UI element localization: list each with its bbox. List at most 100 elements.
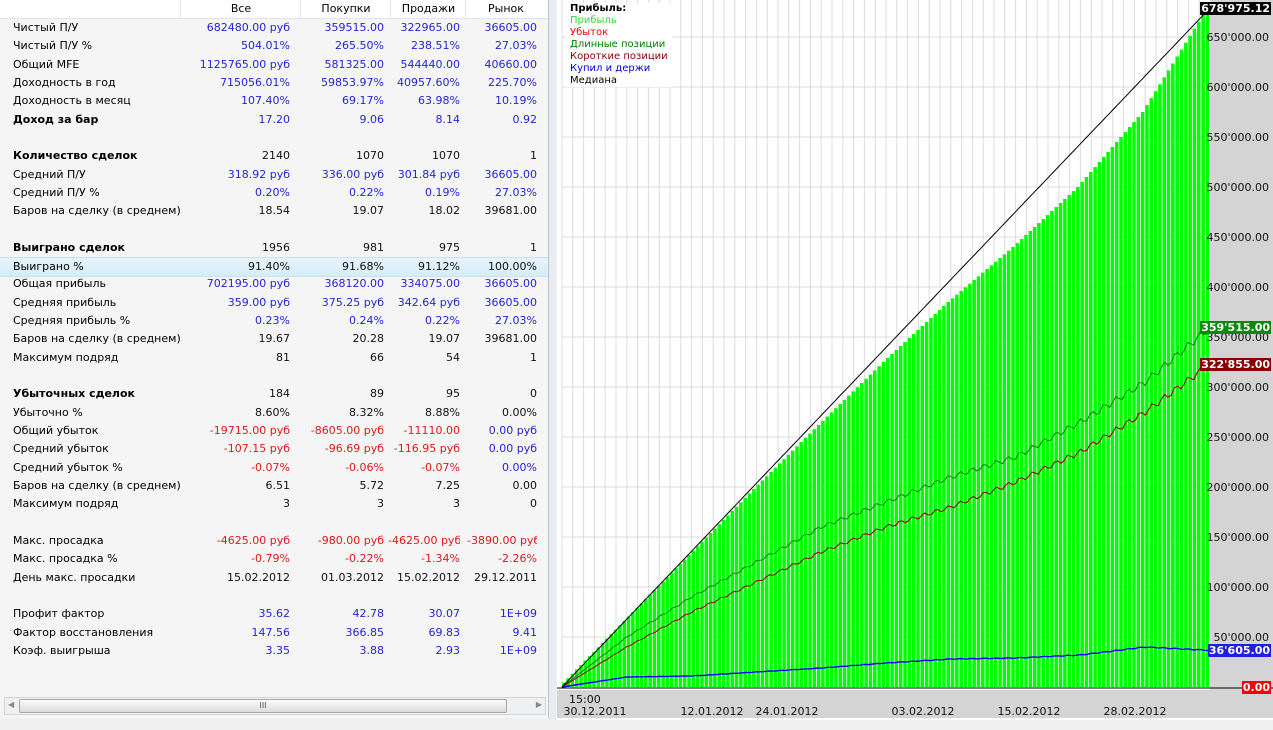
cell-value: -0.79% <box>251 552 290 566</box>
legend-item[interactable]: Длинные позиции <box>570 39 668 51</box>
column-header[interactable]: Все <box>180 0 301 18</box>
cell-value: -2.26% <box>498 552 537 566</box>
cell-value: 981 <box>363 240 384 254</box>
splitter[interactable] <box>549 0 556 720</box>
table-row[interactable]: Общий MFE 1125765.00 руб 581325.00 544440.0… <box>0 56 548 74</box>
cell-value: 702195.00 руб <box>206 277 290 291</box>
table-row[interactable]: Доходность в месяц 107.40% 69.17% 63.98% 10.… <box>0 92 548 110</box>
legend-item[interactable]: Медиана <box>570 75 668 87</box>
legend-item[interactable]: Убыток <box>570 27 668 39</box>
row-label: Средний П/У % <box>13 185 100 199</box>
legend-item[interactable]: Прибыль <box>570 15 668 27</box>
column-header[interactable]: Рынок <box>465 0 546 18</box>
cell-value: 29.12.2011 <box>474 570 537 584</box>
table-row[interactable]: Баров на сделку (в среднем) 19.67 20.28 19.… <box>0 330 548 348</box>
profit-bar <box>1089 172 1093 687</box>
legend-item[interactable]: Купил и держи <box>570 63 668 75</box>
table-row[interactable]: Баров на сделку (в среднем) 18.54 19.07 18.… <box>0 202 548 220</box>
cell-value: 107.40% <box>241 94 290 108</box>
cell-value: 91.68% <box>342 260 384 274</box>
profit-bar <box>1084 177 1089 687</box>
horizontal-scrollbar[interactable]: ◀ III ▶ <box>4 697 546 715</box>
cell-value: 0.23% <box>255 314 290 328</box>
table-row[interactable]: Коэф. выигрыша 3.35 3.88 2.93 1E+09 <box>0 642 548 660</box>
table-row[interactable]: Средний П/У % 0.20% 0.22% 0.19% 27.03% <box>0 184 548 202</box>
cell-value: 3 <box>453 497 460 511</box>
table-row[interactable]: Чистый П/У 682480.00 руб 359515.00 322965.0… <box>0 19 548 37</box>
equity-chart: 50'000.00 100'000.00 150'000.00 200'000.00 2… <box>557 0 1273 720</box>
table-row[interactable]: Максимум подряд 81 66 54 1 <box>0 349 548 367</box>
table-row[interactable]: Общий убыток -19715.00 руб -8605.00 руб -11… <box>0 422 548 440</box>
profit-bar <box>942 306 946 687</box>
profit-bar <box>972 280 976 687</box>
cell-value: 1 <box>530 350 537 364</box>
profit-bar <box>1175 56 1179 687</box>
table-row[interactable]: Доход за бар 17.20 9.06 8.14 0.92 <box>0 111 548 129</box>
profit-bar <box>678 563 683 687</box>
table-row[interactable]: Средний П/У 318.92 руб 336.00 руб 301.84 ру… <box>0 166 548 184</box>
table-row[interactable]: Убыточно % 8.60% 8.32% 8.88% 0.00% <box>0 404 548 422</box>
profit-bar <box>903 342 907 687</box>
table-row[interactable]: Фактор восстановления 147.56 366.85 69.83 9.… <box>0 624 548 642</box>
row-label: Выиграно сделок <box>13 240 126 254</box>
table-row[interactable]: Выиграно сделок 1956 981 975 1 <box>0 239 548 257</box>
cell-value: 19.07 <box>352 204 385 218</box>
table-row[interactable]: Средняя прибыль % 0.23% 0.24% 0.22% 27.03% <box>0 312 548 330</box>
table-row[interactable]: Выиграно % 91.40% 91.68% 91.12% 100.00% <box>0 257 548 278</box>
table-row[interactable]: Баров на сделку (в среднем) 6.51 5.72 7.25 0… <box>0 477 548 495</box>
profit-bar <box>825 416 830 687</box>
table-row[interactable]: Средний убыток % -0.07% -0.06% -0.07% 0.00% <box>0 459 548 477</box>
table-row[interactable]: Чистый П/У % 504.01% 265.50% 238.51% 27.03% <box>0 37 548 55</box>
table-row[interactable]: Максимум подряд 3 3 3 0 <box>0 495 548 513</box>
profit-bar <box>959 291 963 687</box>
cell-value: 54 <box>446 350 460 364</box>
profit-bar <box>1114 142 1119 687</box>
cell-value: 8.32% <box>349 405 384 419</box>
table-row[interactable]: Макс. просадка -4625.00 руб -980.00 руб -46… <box>0 532 548 550</box>
cell-value: 39681.00 <box>484 332 538 346</box>
cell-value: 36605.00 <box>484 21 538 34</box>
cell-value: 10.19% <box>495 94 537 108</box>
table-row[interactable]: Средняя прибыль 359.00 руб 375.25 руб 342.6… <box>0 294 548 312</box>
scrollbar-thumb[interactable]: III <box>19 699 507 713</box>
table-row[interactable]: День макс. просадки 15.02.2012 01.03.2012 1… <box>0 569 548 587</box>
x-tick-label: 12.01.2012 <box>681 705 744 718</box>
y-tick-label: 50'000.00 <box>1213 631 1269 644</box>
column-header[interactable]: Покупки <box>300 0 391 18</box>
table-row[interactable]: Средний убыток -107.15 руб -96.69 руб -116.… <box>0 440 548 458</box>
scroll-right-icon[interactable]: ▶ <box>536 700 542 709</box>
row-label: Чистый П/У <box>13 21 79 34</box>
cell-value: 504.01% <box>241 39 290 53</box>
profit-bar <box>717 524 722 687</box>
cell-value: 301.84 руб <box>397 167 460 181</box>
scroll-left-icon[interactable]: ◀ <box>8 700 14 709</box>
profit-bar <box>782 459 786 687</box>
cell-value: 69.17% <box>342 94 384 108</box>
table-row[interactable]: Профит фактор 35.62 42.78 30.07 1E+09 <box>0 605 548 623</box>
y-tick-label: 650'000.00 <box>1206 31 1269 44</box>
cell-value: 91.12% <box>418 260 460 274</box>
x-tick-label: 24.01.2012 <box>756 705 819 718</box>
cell-value: 1956 <box>262 240 290 254</box>
table-row[interactable]: Количество сделок 2140 1070 1070 1 <box>0 147 548 165</box>
profit-bar <box>868 374 873 687</box>
table-row[interactable]: Макс. просадка % -0.79% -0.22% -1.34% -2.26% <box>0 550 548 568</box>
cell-value: 59853.97% <box>321 75 384 89</box>
table-row[interactable]: Доходность в год 715056.01% 59853.97% 40957… <box>0 74 548 92</box>
cell-value: 27.03% <box>495 314 537 328</box>
table-row[interactable]: Убыточных сделок 184 89 95 0 <box>0 385 548 403</box>
profit-bar <box>808 433 812 687</box>
legend-item[interactable]: Короткие позиции <box>570 51 668 63</box>
cell-value: 17.20 <box>258 112 291 126</box>
profit-bar <box>1058 203 1063 687</box>
column-header[interactable]: Продажи <box>390 0 466 18</box>
cell-value: 0.00% <box>502 405 537 419</box>
profit-bar <box>1032 227 1037 687</box>
cell-value: 3 <box>377 497 384 511</box>
table-row[interactable]: Общая прибыль 702195.00 руб 368120.00 33407… <box>0 275 548 293</box>
profit-bar <box>1097 162 1102 687</box>
profit-bar <box>929 318 933 687</box>
profit-bar <box>773 467 778 687</box>
profit-bar <box>760 480 765 687</box>
profit-bar <box>816 425 821 687</box>
